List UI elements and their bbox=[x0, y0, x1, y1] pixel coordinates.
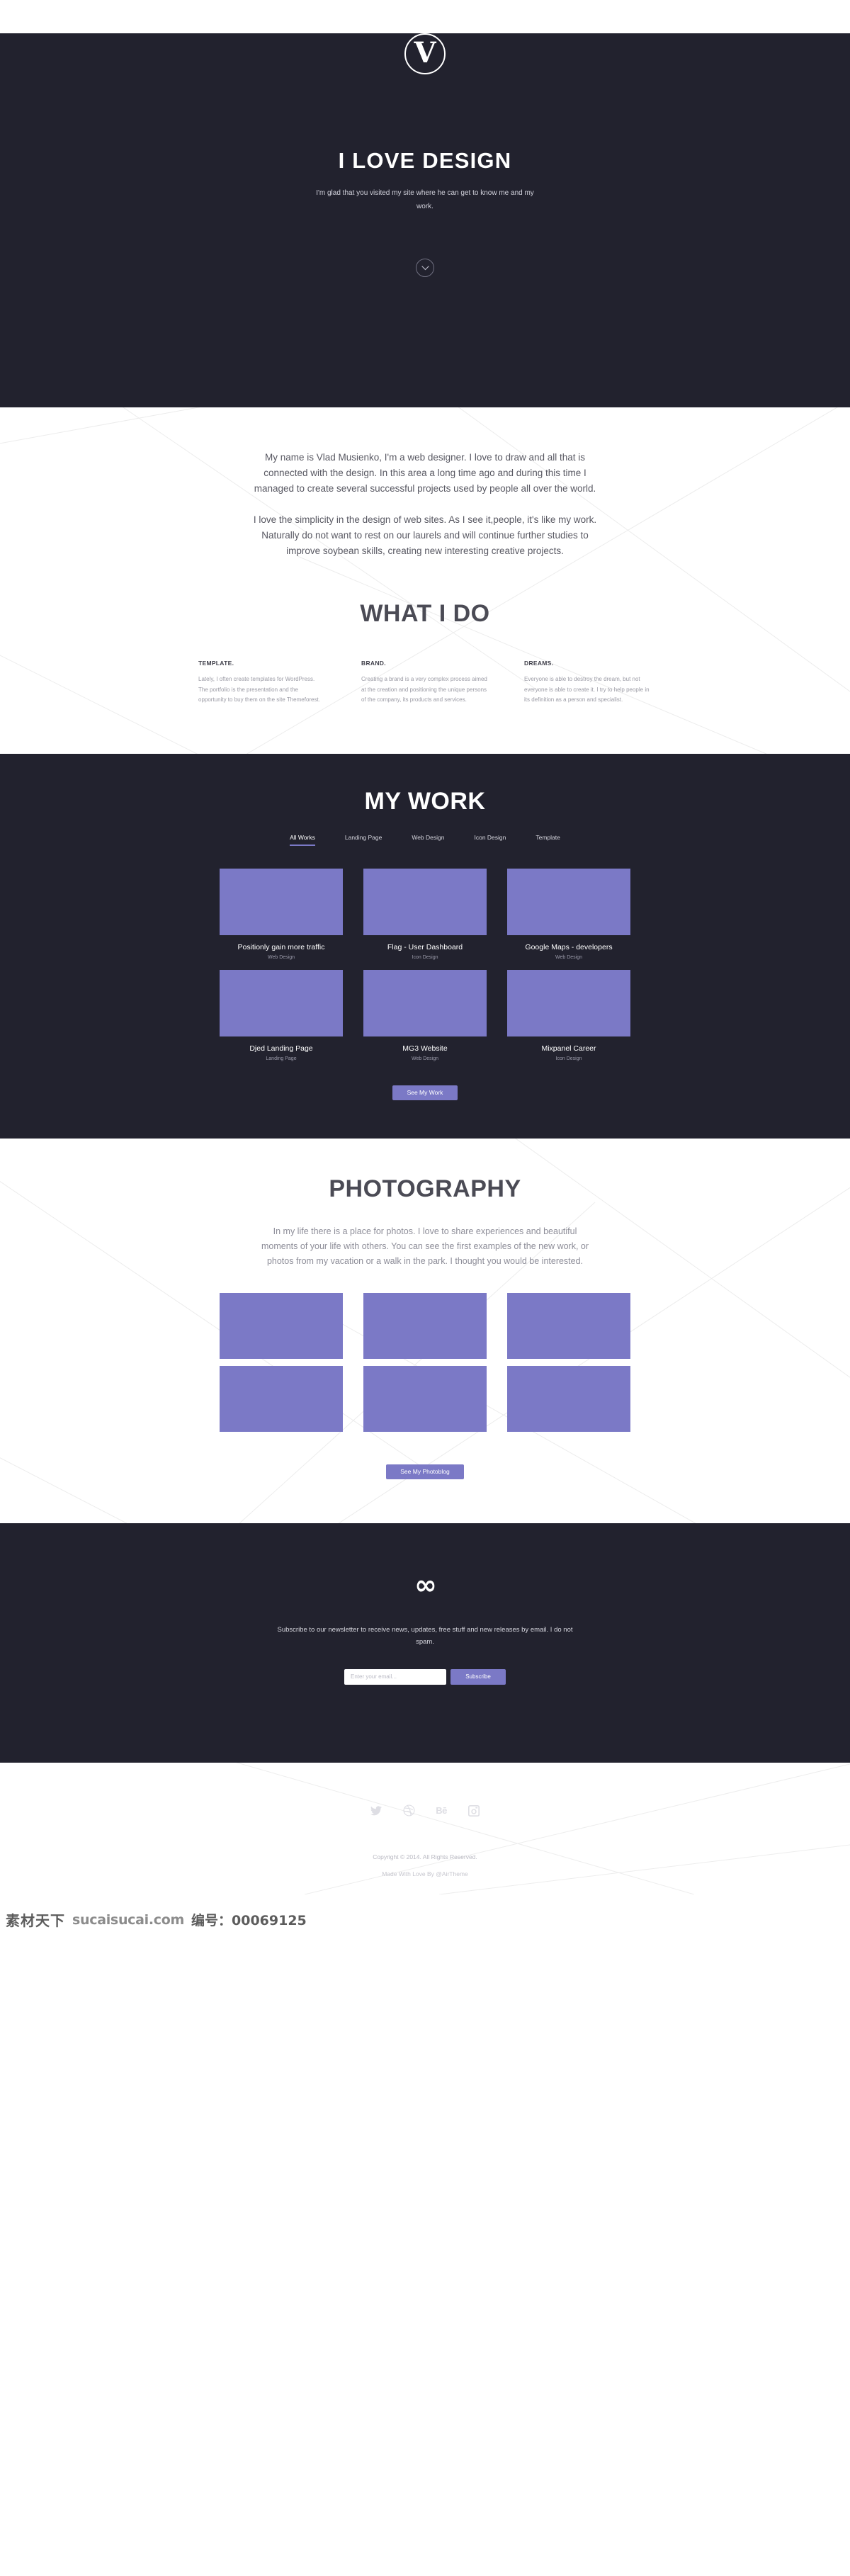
photography-lead: In my life there is a place for photos. … bbox=[261, 1226, 589, 1266]
work-title: MG3 Website bbox=[402, 1044, 448, 1053]
work-title: Positionly gain more traffic bbox=[237, 942, 325, 951]
photo-thumbnail[interactable] bbox=[363, 1365, 487, 1432]
whatido-column-dreams: DREAMS. Everyone is able to destroy the … bbox=[524, 660, 652, 706]
work-thumbnail[interactable] bbox=[220, 969, 343, 1036]
scroll-down-button[interactable] bbox=[416, 259, 434, 277]
work-category: Icon Design bbox=[412, 954, 438, 960]
work-category: Web Design bbox=[555, 954, 582, 960]
twitter-icon-link[interactable] bbox=[369, 1804, 383, 1818]
twitter-icon bbox=[370, 1805, 382, 1815]
work-item[interactable]: Google Maps - developers Web Design bbox=[507, 868, 630, 960]
work-thumbnail[interactable] bbox=[507, 868, 630, 935]
filter-web-design[interactable]: Web Design bbox=[412, 834, 444, 846]
site-logo[interactable]: V bbox=[404, 33, 446, 74]
behance-icon-link[interactable]: Bē bbox=[434, 1804, 448, 1818]
work-category: Web Design bbox=[267, 954, 295, 960]
column-heading: TEMPLATE. bbox=[198, 660, 234, 667]
social-links: Bē bbox=[0, 1804, 850, 1818]
filter-icon-design[interactable]: Icon Design bbox=[474, 834, 506, 846]
photography-title: PHOTOGRAPHY bbox=[329, 1175, 521, 1202]
hero-subtitle: I'm glad that you visited my site where … bbox=[316, 189, 534, 210]
about-block: My name is Vlad Musienko, I'm a web desi… bbox=[0, 407, 850, 600]
newsletter-copy: Subscribe to our newsletter to receive n… bbox=[277, 1625, 573, 1646]
photography-section: PHOTOGRAPHY In my life there is a place … bbox=[0, 1138, 850, 1523]
work-title: Mixpanel Career bbox=[541, 1044, 596, 1053]
photo-thumbnail[interactable] bbox=[363, 1292, 487, 1359]
madeby-text: Made With Love By @AirTheme bbox=[382, 1870, 468, 1877]
hero-title: I LOVE DESIGN bbox=[338, 148, 512, 173]
whatido-columns: TEMPLATE. Lately, I often create templat… bbox=[198, 660, 652, 706]
see-my-work-button[interactable]: See My Work bbox=[392, 1085, 458, 1100]
work-thumbnail[interactable] bbox=[363, 868, 487, 935]
work-item[interactable]: MG3 Website Web Design bbox=[363, 969, 487, 1061]
dribbble-icon-link[interactable] bbox=[402, 1804, 416, 1818]
photo-thumbnail[interactable] bbox=[220, 1292, 343, 1359]
work-category: Icon Design bbox=[555, 1056, 582, 1061]
watermark-url: sucaisucai.com bbox=[72, 1911, 184, 1928]
chevron-down-icon bbox=[421, 265, 429, 270]
watermark-number: 编号：00069125 bbox=[191, 1913, 307, 1928]
work-grid: Positionly gain more traffic Web Design … bbox=[220, 868, 630, 1061]
watermark-brand-cn: 素材天下 bbox=[6, 1912, 65, 1929]
infinity-icon: ∞ bbox=[414, 1569, 437, 1600]
photo-thumbnail[interactable] bbox=[220, 1365, 343, 1432]
work-item[interactable]: Flag - User Dashboard Icon Design bbox=[363, 868, 487, 960]
work-title: Djed Landing Page bbox=[249, 1044, 313, 1053]
work-item[interactable]: Mixpanel Career Icon Design bbox=[507, 969, 630, 1061]
newsletter-section: ∞ Subscribe to our newsletter to receive… bbox=[0, 1523, 850, 1763]
work-thumbnail[interactable] bbox=[220, 868, 343, 935]
logo-letter: V bbox=[414, 36, 436, 69]
column-body: Everyone is able to destroy the dream, b… bbox=[524, 676, 650, 703]
instagram-icon-link[interactable] bbox=[467, 1804, 481, 1818]
work-title: Google Maps - developers bbox=[525, 942, 613, 951]
photo-grid bbox=[220, 1292, 630, 1432]
work-thumbnail[interactable] bbox=[363, 969, 487, 1036]
instagram-icon bbox=[468, 1804, 480, 1817]
work-category: Web Design bbox=[411, 1056, 438, 1061]
column-body: Lately, I often create templates for Wor… bbox=[198, 676, 320, 703]
work-thumbnail[interactable] bbox=[507, 969, 630, 1036]
footer-section: Bē Copyright © 2014. All Rights Reserved… bbox=[0, 1762, 850, 1902]
whatido-column-template: TEMPLATE. Lately, I often create templat… bbox=[198, 660, 326, 706]
work-filter-tabs: All Works Landing Page Web Design Icon D… bbox=[0, 834, 850, 846]
stock-watermark-bar: 素材天下 sucaisucai.com 编号：00069125 bbox=[0, 1901, 850, 1938]
mywork-section: MY WORK All Works Landing Page Web Desig… bbox=[0, 753, 850, 1139]
about-paragraph-1: My name is Vlad Musienko, I'm a web desi… bbox=[254, 452, 596, 494]
email-input[interactable] bbox=[344, 1668, 446, 1685]
column-heading: DREAMS. bbox=[524, 660, 554, 667]
hero-section: V I LOVE DESIGN I'm glad that you visite… bbox=[0, 33, 850, 407]
see-my-photoblog-button[interactable]: See My Photoblog bbox=[386, 1464, 464, 1479]
photo-thumbnail[interactable] bbox=[507, 1365, 630, 1432]
photo-thumbnail[interactable] bbox=[507, 1292, 630, 1359]
subscribe-button[interactable]: Subscribe bbox=[450, 1668, 506, 1685]
whatido-block: WHAT I DO TEMPLATE. Lately, I often crea… bbox=[0, 600, 850, 754]
dribbble-icon bbox=[402, 1804, 415, 1817]
mywork-title: MY WORK bbox=[364, 787, 486, 815]
filter-landing-page[interactable]: Landing Page bbox=[345, 834, 382, 846]
column-heading: BRAND. bbox=[361, 660, 386, 667]
newsletter-form: Subscribe bbox=[0, 1668, 850, 1685]
work-item[interactable]: Djed Landing Page Landing Page bbox=[220, 969, 343, 1061]
landing-page: V I LOVE DESIGN I'm glad that you visite… bbox=[0, 0, 850, 1938]
about-whatido-section: My name is Vlad Musienko, I'm a web desi… bbox=[0, 407, 850, 754]
column-body: Creating a brand is a very complex proce… bbox=[361, 676, 487, 703]
behance-glyph: Bē bbox=[436, 1805, 447, 1816]
about-paragraph-2: I love the simplicity in the design of w… bbox=[253, 514, 597, 556]
whatido-column-brand: BRAND. Creating a brand is a very comple… bbox=[361, 660, 489, 706]
filter-all-works[interactable]: All Works bbox=[290, 834, 315, 846]
copyright-text: Copyright © 2014. All Rights Reserved. bbox=[373, 1853, 477, 1860]
work-item[interactable]: Positionly gain more traffic Web Design bbox=[220, 868, 343, 960]
work-title: Flag - User Dashboard bbox=[387, 942, 463, 951]
filter-template[interactable]: Template bbox=[536, 834, 560, 846]
work-category: Landing Page bbox=[266, 1056, 297, 1061]
whatido-title: WHAT I DO bbox=[360, 600, 490, 627]
